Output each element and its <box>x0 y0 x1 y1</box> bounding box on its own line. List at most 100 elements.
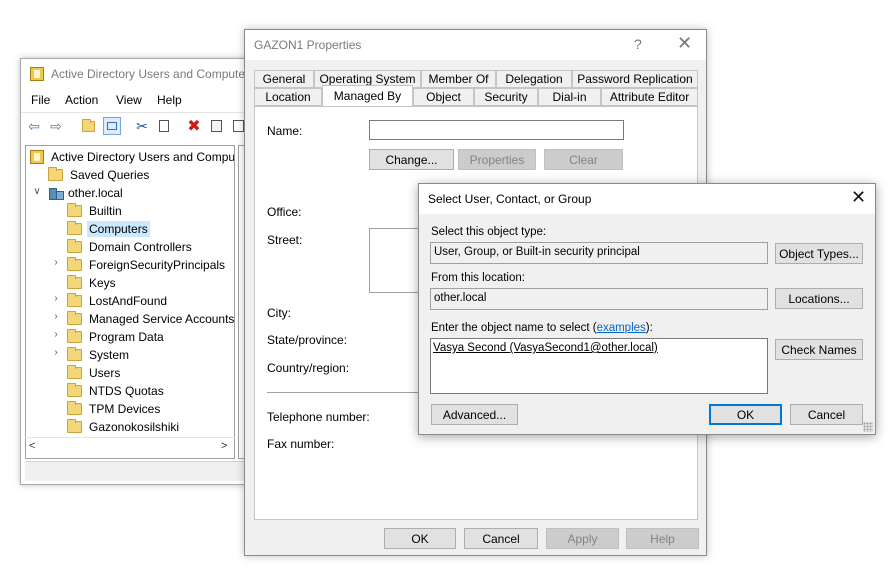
tab-member-of[interactable]: Member Of <box>421 70 496 88</box>
folder-icon <box>67 365 82 379</box>
change-button[interactable]: Change... <box>369 149 454 170</box>
select-titlebar[interactable]: Select User, Contact, or Group ✕ <box>419 184 875 214</box>
aduc-toolbar: ⇦ ⇨ ✂ ✖ <box>21 112 255 138</box>
object-type-field: User, Group, or Built-in security princi… <box>430 242 768 264</box>
tab-location[interactable]: Location <box>254 88 322 106</box>
aduc-title: Active Directory Users and Computers <box>51 67 256 81</box>
tree-item-builtin[interactable]: Builtin <box>67 202 124 220</box>
back-arrow-icon[interactable]: ⇦ <box>25 117 43 135</box>
name-label: Name: <box>267 124 303 138</box>
chevron-down-icon[interactable]: ∨ <box>32 186 42 197</box>
tab-security[interactable]: Security <box>474 88 538 106</box>
street-field[interactable] <box>369 228 419 293</box>
select-cancel-button[interactable]: Cancel <box>790 404 863 425</box>
select-user-dialog: Select User, Contact, or Group ✕ Select … <box>418 183 876 435</box>
location-label: From this location: <box>431 272 525 284</box>
object-name-value: Vasya Second (VasyaSecond1@other.local) <box>433 342 658 354</box>
delete-icon[interactable]: ✖ <box>185 117 203 135</box>
tree-item-domain[interactable]: other.local <box>48 184 125 202</box>
tree-root[interactable]: Active Directory Users and Computers <box>30 148 234 166</box>
tree-item-domain-controllers[interactable]: Domain Controllers <box>67 238 194 256</box>
tree-item-saved-queries[interactable]: Saved Queries <box>48 166 151 184</box>
tab-attribute-editor[interactable]: Attribute Editor <box>601 88 698 106</box>
advanced-button[interactable]: Advanced... <box>431 404 518 425</box>
aduc-titlebar[interactable]: Active Directory Users and Computers <box>21 59 255 89</box>
enter-label-suffix: ): <box>645 322 653 334</box>
forward-arrow-icon[interactable]: ⇨ <box>47 117 65 135</box>
office-label: Office: <box>267 205 302 219</box>
folder-icon <box>67 383 82 397</box>
close-icon[interactable]: ✕ <box>851 187 866 208</box>
help-icon[interactable]: ? <box>634 36 642 52</box>
chevron-right-icon[interactable]: › <box>51 257 61 268</box>
divider <box>267 392 419 393</box>
folder-icon <box>67 347 82 361</box>
tree-item-gazonokosilshiki[interactable]: Gazonokosilshiki <box>67 418 181 436</box>
cut-icon[interactable]: ✂ <box>133 117 151 135</box>
menu-action[interactable]: Action <box>65 93 98 107</box>
aduc-window: Active Directory Users and Computers Fil… <box>20 58 256 485</box>
enter-label-text: Enter the object name to select ( <box>431 322 597 334</box>
tab-delegation[interactable]: Delegation <box>496 70 572 88</box>
tree-item-tpm-devices[interactable]: TPM Devices <box>67 400 162 418</box>
close-icon[interactable]: ✕ <box>677 33 692 54</box>
tree-item-foreign-security-principals[interactable]: ForeignSecurityPrincipals <box>67 256 227 274</box>
object-name-textarea[interactable]: Vasya Second (VasyaSecond1@other.local) <box>430 338 768 394</box>
telephone-label: Telephone number: <box>267 410 370 424</box>
aduc-root-icon <box>30 150 44 164</box>
tab-object[interactable]: Object <box>413 88 474 106</box>
country-label: Country/region: <box>267 361 350 375</box>
folder-icon <box>67 275 82 289</box>
scroll-left-icon[interactable]: < <box>29 440 35 452</box>
tab-general[interactable]: General <box>254 70 314 88</box>
chevron-right-icon[interactable]: › <box>51 293 61 304</box>
tree-item-managed-service-accounts[interactable]: Managed Service Accounts <box>67 310 234 328</box>
check-names-button[interactable]: Check Names <box>775 339 863 360</box>
tree-item-ntds-quotas[interactable]: NTDS Quotas <box>67 382 166 400</box>
chevron-right-icon[interactable]: › <box>51 311 61 322</box>
clear-button: Clear <box>544 149 623 170</box>
select-title: Select User, Contact, or Group <box>428 192 592 206</box>
chevron-right-icon[interactable]: › <box>51 329 61 340</box>
properties-titlebar[interactable]: GAZON1 Properties ? ✕ <box>245 30 706 60</box>
object-types-button[interactable]: Object Types... <box>775 243 863 264</box>
ou-folder-icon <box>67 239 82 253</box>
locations-button[interactable]: Locations... <box>775 288 863 309</box>
props-cancel-button[interactable]: Cancel <box>464 528 538 549</box>
tree-item-program-data[interactable]: Program Data <box>67 328 166 346</box>
properties-icon[interactable] <box>207 117 225 135</box>
tree-item-lost-and-found[interactable]: LostAndFound <box>67 292 169 310</box>
copy-icon[interactable] <box>155 117 173 135</box>
properties-button: Properties <box>458 149 536 170</box>
scroll-right-icon[interactable]: > <box>221 440 227 452</box>
tab-dial-in[interactable]: Dial-in <box>538 88 601 106</box>
show-hide-tree-icon[interactable] <box>103 117 121 135</box>
props-apply-button: Apply <box>546 528 619 549</box>
props-help-button: Help <box>626 528 699 549</box>
tab-password-replication[interactable]: Password Replication <box>572 70 698 88</box>
city-label: City: <box>267 306 291 320</box>
folder-icon <box>67 401 82 415</box>
properties-title: GAZON1 Properties <box>254 38 362 52</box>
name-field[interactable] <box>369 120 624 140</box>
street-label: Street: <box>267 233 303 247</box>
tree-item-computers[interactable]: Computers <box>67 220 150 238</box>
folder-icon <box>48 167 63 181</box>
tab-managed-by[interactable]: Managed By <box>322 85 413 106</box>
examples-link[interactable]: examples <box>597 322 646 334</box>
props-ok-button[interactable]: OK <box>384 528 456 549</box>
menu-help[interactable]: Help <box>157 93 182 107</box>
chevron-right-icon[interactable]: › <box>51 347 61 358</box>
tree-item-users[interactable]: Users <box>67 364 122 382</box>
up-folder-icon[interactable] <box>79 117 97 135</box>
state-label: State/province: <box>267 333 348 347</box>
tree-item-system[interactable]: System <box>67 346 131 364</box>
tree-horizontal-scrollbar[interactable]: < > <box>25 437 235 455</box>
resize-grip-icon[interactable] <box>863 422 873 432</box>
menu-view[interactable]: View <box>116 93 142 107</box>
select-ok-button[interactable]: OK <box>709 404 782 425</box>
object-type-label: Select this object type: <box>431 226 547 238</box>
tree-item-keys[interactable]: Keys <box>67 274 118 292</box>
menu-file[interactable]: File <box>31 93 50 107</box>
aduc-tree: Active Directory Users and Computers Sav… <box>25 145 235 459</box>
